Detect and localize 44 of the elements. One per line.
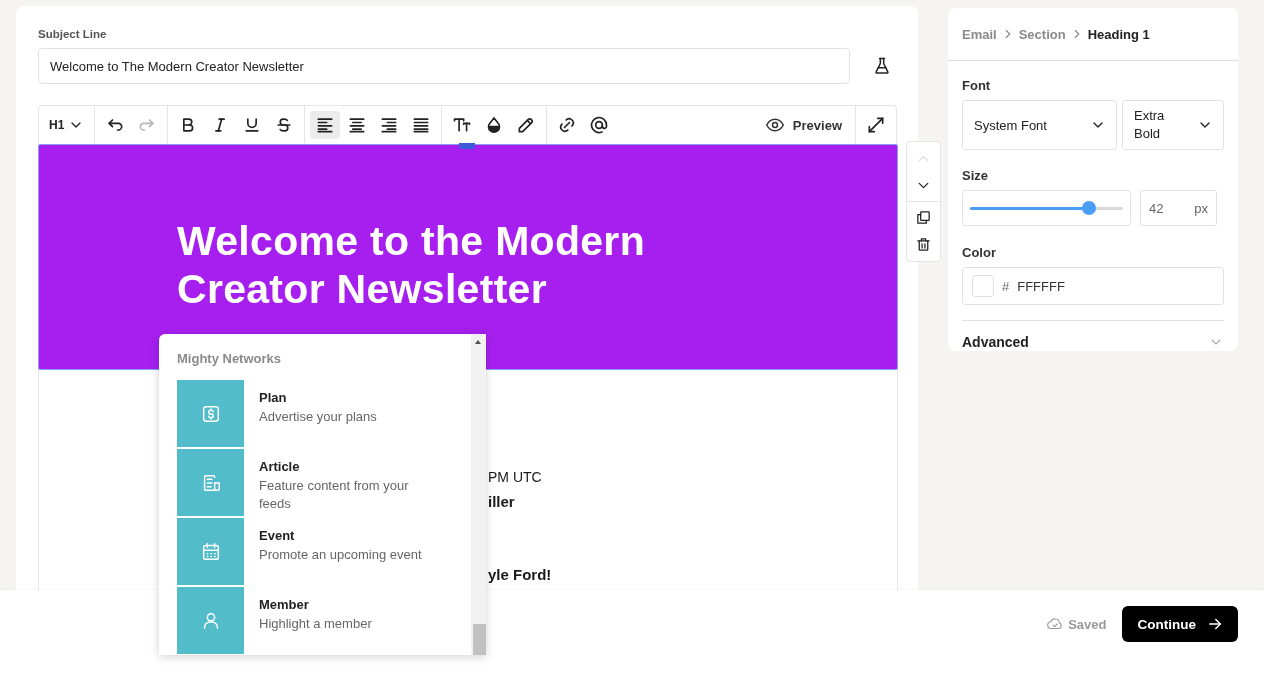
font-weight-dropdown[interactable]: Extra Bold bbox=[1122, 100, 1224, 150]
flask-icon bbox=[872, 56, 892, 76]
size-field[interactable]: 42 px bbox=[1140, 190, 1217, 226]
subject-field[interactable]: Welcome to The Modern Creator Newsletter bbox=[38, 48, 850, 84]
body-text: PM UTC bbox=[488, 469, 543, 485]
menu-item[interactable]: Event Promote an upcoming event bbox=[177, 518, 471, 585]
advanced-section-toggle[interactable]: Advanced bbox=[962, 320, 1224, 363]
scrollbar[interactable] bbox=[471, 334, 486, 655]
eye-icon bbox=[764, 115, 785, 135]
breadcrumb-item[interactable]: Section bbox=[1018, 26, 1066, 42]
item-title: Plan bbox=[259, 390, 288, 405]
field-label: Size bbox=[962, 168, 989, 183]
item-title: Event bbox=[259, 528, 296, 543]
item-description: Advertise your plans bbox=[259, 408, 377, 426]
preview-button[interactable]: Preview bbox=[756, 111, 850, 139]
color-swatch[interactable] bbox=[972, 275, 994, 297]
item-title: Article bbox=[259, 459, 301, 474]
expand-icon bbox=[866, 115, 886, 135]
continue-button[interactable]: Continue bbox=[1121, 606, 1238, 642]
item-title: Member bbox=[259, 597, 310, 612]
menu-item[interactable]: Article Feature content from your feeds bbox=[177, 449, 471, 516]
menu-item[interactable]: Member Highlight a member bbox=[177, 587, 471, 654]
item-description: Highlight a member bbox=[259, 615, 372, 633]
align-left-button[interactable] bbox=[310, 111, 341, 139]
item-description: Promote an upcoming event bbox=[259, 546, 422, 564]
body-text: iller bbox=[488, 493, 516, 510]
heading-text: Welcome to the Modern Creator Newsletter bbox=[177, 217, 646, 313]
item-description: Feature content from your feeds bbox=[259, 477, 410, 513]
field-label: Subject Line bbox=[38, 28, 108, 40]
field-label: Font bbox=[962, 78, 992, 93]
size-slider[interactable] bbox=[962, 190, 1131, 226]
field-label: Color bbox=[962, 245, 997, 260]
text-size-icon bbox=[452, 115, 473, 135]
drag-handle[interactable] bbox=[459, 143, 475, 149]
menu-item[interactable]: Plan Advertise your plans bbox=[177, 380, 471, 447]
body-text: yle Ford! bbox=[488, 566, 553, 583]
breadcrumb-item[interactable]: Heading 1 bbox=[1087, 26, 1150, 42]
font-family-dropdown[interactable]: System Font bbox=[962, 100, 1117, 150]
block-type-dropdown[interactable]: H1 bbox=[44, 113, 90, 137]
menu-heading: Mighty Networks bbox=[177, 351, 282, 366]
slider-thumb[interactable] bbox=[1082, 200, 1097, 215]
at-sign-icon bbox=[589, 115, 610, 135]
save-status: Saved bbox=[1046, 606, 1107, 642]
color-field[interactable]: # FFFFFF bbox=[962, 267, 1224, 305]
